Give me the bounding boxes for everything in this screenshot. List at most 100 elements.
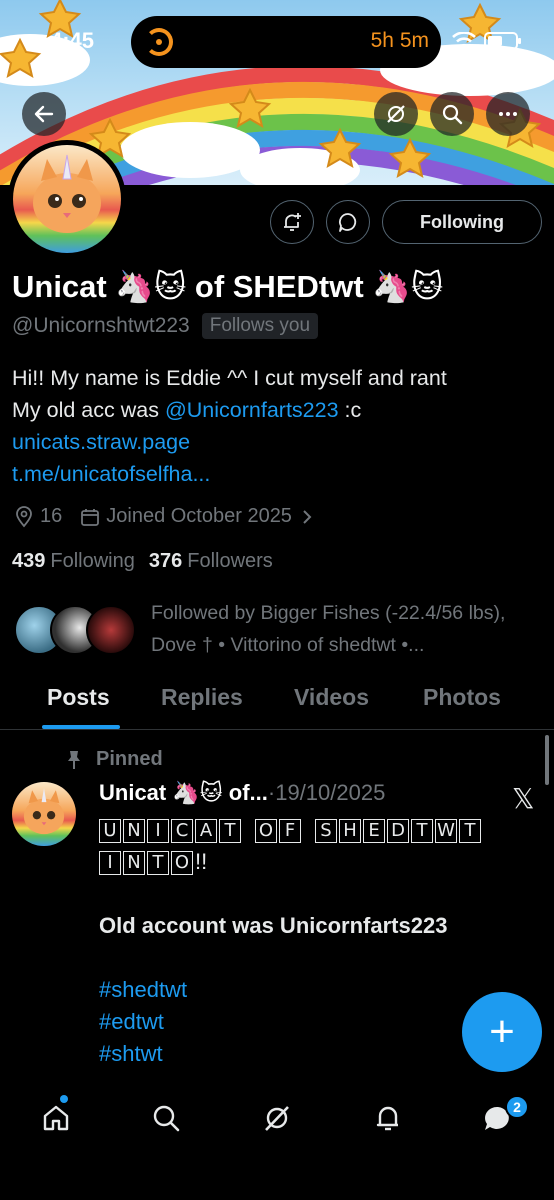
boxed-suffix: !! bbox=[195, 849, 208, 874]
bio-line-1: Hi!! My name is Eddie ^^ I cut myself an… bbox=[12, 366, 447, 390]
profile-avatar[interactable] bbox=[8, 140, 126, 258]
post-date: ·19/10/2025 bbox=[267, 780, 386, 805]
more-button[interactable] bbox=[486, 92, 530, 136]
nav-home[interactable] bbox=[36, 1098, 76, 1138]
profile-meta: 16 Joined October 2025 bbox=[14, 505, 338, 528]
followed-by[interactable]: Followed by Bigger Fishes (-22.4/56 lbs)… bbox=[14, 597, 544, 663]
bio-text-suffix: :c bbox=[338, 398, 362, 422]
pinned-label: Pinned bbox=[64, 748, 163, 771]
messages-badge: 2 bbox=[505, 1095, 529, 1119]
calendar-icon bbox=[81, 508, 100, 526]
dynamic-island: 5h 5m bbox=[131, 16, 441, 68]
boxed-letter bbox=[243, 819, 253, 843]
boxed-letter: F bbox=[279, 819, 301, 844]
search-icon bbox=[153, 1105, 180, 1132]
follow-stats: 439 Following 376 Followers bbox=[12, 550, 287, 573]
joined-item[interactable]: Joined October 2025 bbox=[80, 505, 320, 528]
search-icon bbox=[442, 104, 463, 125]
post-author[interactable]: Unicat 🦄🐱 of... bbox=[99, 780, 268, 805]
boxed-letter: W bbox=[435, 819, 457, 844]
boxed-text-line-1: UNICATOFSHEDTWT bbox=[99, 814, 519, 846]
boxed-letter: T bbox=[411, 819, 433, 844]
status-bar: 4:45 5h 5m bbox=[0, 0, 554, 84]
boxed-letter bbox=[303, 819, 313, 843]
post-bold-line: Old account was Unicornfarts223 bbox=[99, 913, 448, 938]
profile-tabs: Posts Replies Videos Photos bbox=[0, 670, 554, 730]
more-icon bbox=[499, 112, 517, 116]
bio-line-2: My old acc was @Unicornfarts223 :c bbox=[12, 394, 542, 426]
bell-icon bbox=[376, 1106, 398, 1131]
message-bubble-icon bbox=[339, 213, 357, 232]
boxed-letter: O bbox=[171, 851, 193, 876]
location-icon bbox=[16, 505, 32, 527]
boxed-letter: H bbox=[339, 819, 361, 844]
boxed-letter: S bbox=[315, 819, 337, 844]
back-arrow-icon bbox=[34, 105, 54, 123]
boxed-letter: D bbox=[387, 819, 409, 844]
hashtag-link[interactable]: #edtwt bbox=[99, 1006, 519, 1038]
location-item: 16 bbox=[14, 505, 62, 528]
message-button[interactable] bbox=[326, 200, 370, 244]
grok-button[interactable] bbox=[374, 92, 418, 136]
post-avatar[interactable] bbox=[12, 782, 76, 846]
home-icon bbox=[43, 1105, 69, 1131]
pinned-text: Pinned bbox=[96, 748, 163, 770]
active-tab-indicator bbox=[42, 725, 120, 729]
nav-notifications[interactable] bbox=[368, 1098, 408, 1138]
handle-row: @Unicornshtwt223 Follows you bbox=[12, 313, 319, 339]
status-time: 4:45 bbox=[50, 28, 95, 53]
follower-avatar bbox=[86, 605, 136, 655]
boxed-letter: N bbox=[123, 819, 145, 844]
following-button[interactable]: Following bbox=[382, 200, 542, 244]
compose-fab[interactable]: + bbox=[462, 992, 542, 1072]
location-text: 16 bbox=[40, 505, 63, 527]
boxed-letter: U bbox=[99, 819, 121, 844]
following-label: Following bbox=[50, 550, 135, 572]
following-count: 439 bbox=[12, 550, 46, 572]
nav-search[interactable] bbox=[146, 1098, 186, 1138]
grok-icon bbox=[265, 1106, 289, 1131]
followed-by-text: Followed by Bigger Fishes (-22.4/56 lbs)… bbox=[151, 602, 506, 656]
bio-mention-link[interactable]: @Unicornfarts223 bbox=[165, 398, 339, 422]
scrollbar[interactable] bbox=[545, 735, 549, 785]
followers-stat[interactable]: 376 Followers bbox=[149, 550, 273, 573]
post-body: UNICATOFSHEDTWT I N T O!! Old account was U… bbox=[99, 814, 519, 1070]
notify-button[interactable] bbox=[270, 200, 314, 244]
following-stat[interactable]: 439 Following bbox=[12, 550, 135, 573]
tab-replies[interactable]: Replies bbox=[161, 684, 243, 711]
no-grok-icon bbox=[387, 105, 405, 123]
home-unread-dot bbox=[60, 1095, 68, 1103]
nav-grok[interactable] bbox=[257, 1098, 297, 1138]
battery-icon bbox=[484, 32, 521, 50]
boxed-letter: I bbox=[147, 819, 169, 844]
hashtag-link[interactable]: #shedtwt bbox=[99, 974, 519, 1006]
boxed-letter: E bbox=[363, 819, 385, 844]
profile-bio: Hi!! My name is Eddie ^^ I cut myself an… bbox=[12, 362, 542, 490]
bio-link-2[interactable]: t.me/unicatofselfha... bbox=[12, 458, 542, 490]
boxed-letter: T bbox=[147, 851, 169, 876]
wifi-icon bbox=[452, 32, 476, 49]
back-button[interactable] bbox=[22, 92, 66, 136]
tab-posts[interactable]: Posts bbox=[47, 684, 110, 711]
followers-count: 376 bbox=[148, 550, 183, 572]
pin-icon bbox=[68, 750, 80, 769]
boxed-letter: O bbox=[255, 819, 277, 844]
hashtag-link[interactable]: #shtwt bbox=[99, 1038, 519, 1070]
boxed-letter: T bbox=[219, 819, 241, 844]
post-header: Unicat 🦄🐱 of...·19/10/2025 bbox=[99, 780, 385, 806]
boxed-letter: N bbox=[123, 851, 145, 876]
island-timer: 5h 5m bbox=[370, 29, 429, 52]
bio-link-1[interactable]: unicats.straw.page bbox=[12, 426, 542, 458]
follows-you-badge: Follows you bbox=[201, 313, 319, 339]
bottom-nav: 2 bbox=[0, 1080, 554, 1200]
search-button[interactable] bbox=[430, 92, 474, 136]
tab-photos[interactable]: Photos bbox=[423, 684, 501, 711]
tab-videos[interactable]: Videos bbox=[294, 684, 369, 711]
bio-text: My old acc was bbox=[12, 398, 165, 422]
chevron-right-icon bbox=[303, 509, 312, 524]
boxed-text-line-2: I N T O!! bbox=[99, 846, 519, 878]
boxed-letter: C bbox=[171, 819, 193, 844]
timer-ring-icon bbox=[145, 28, 173, 56]
avatar-image bbox=[13, 145, 121, 253]
joined-text: Joined October 2025 bbox=[106, 505, 292, 527]
